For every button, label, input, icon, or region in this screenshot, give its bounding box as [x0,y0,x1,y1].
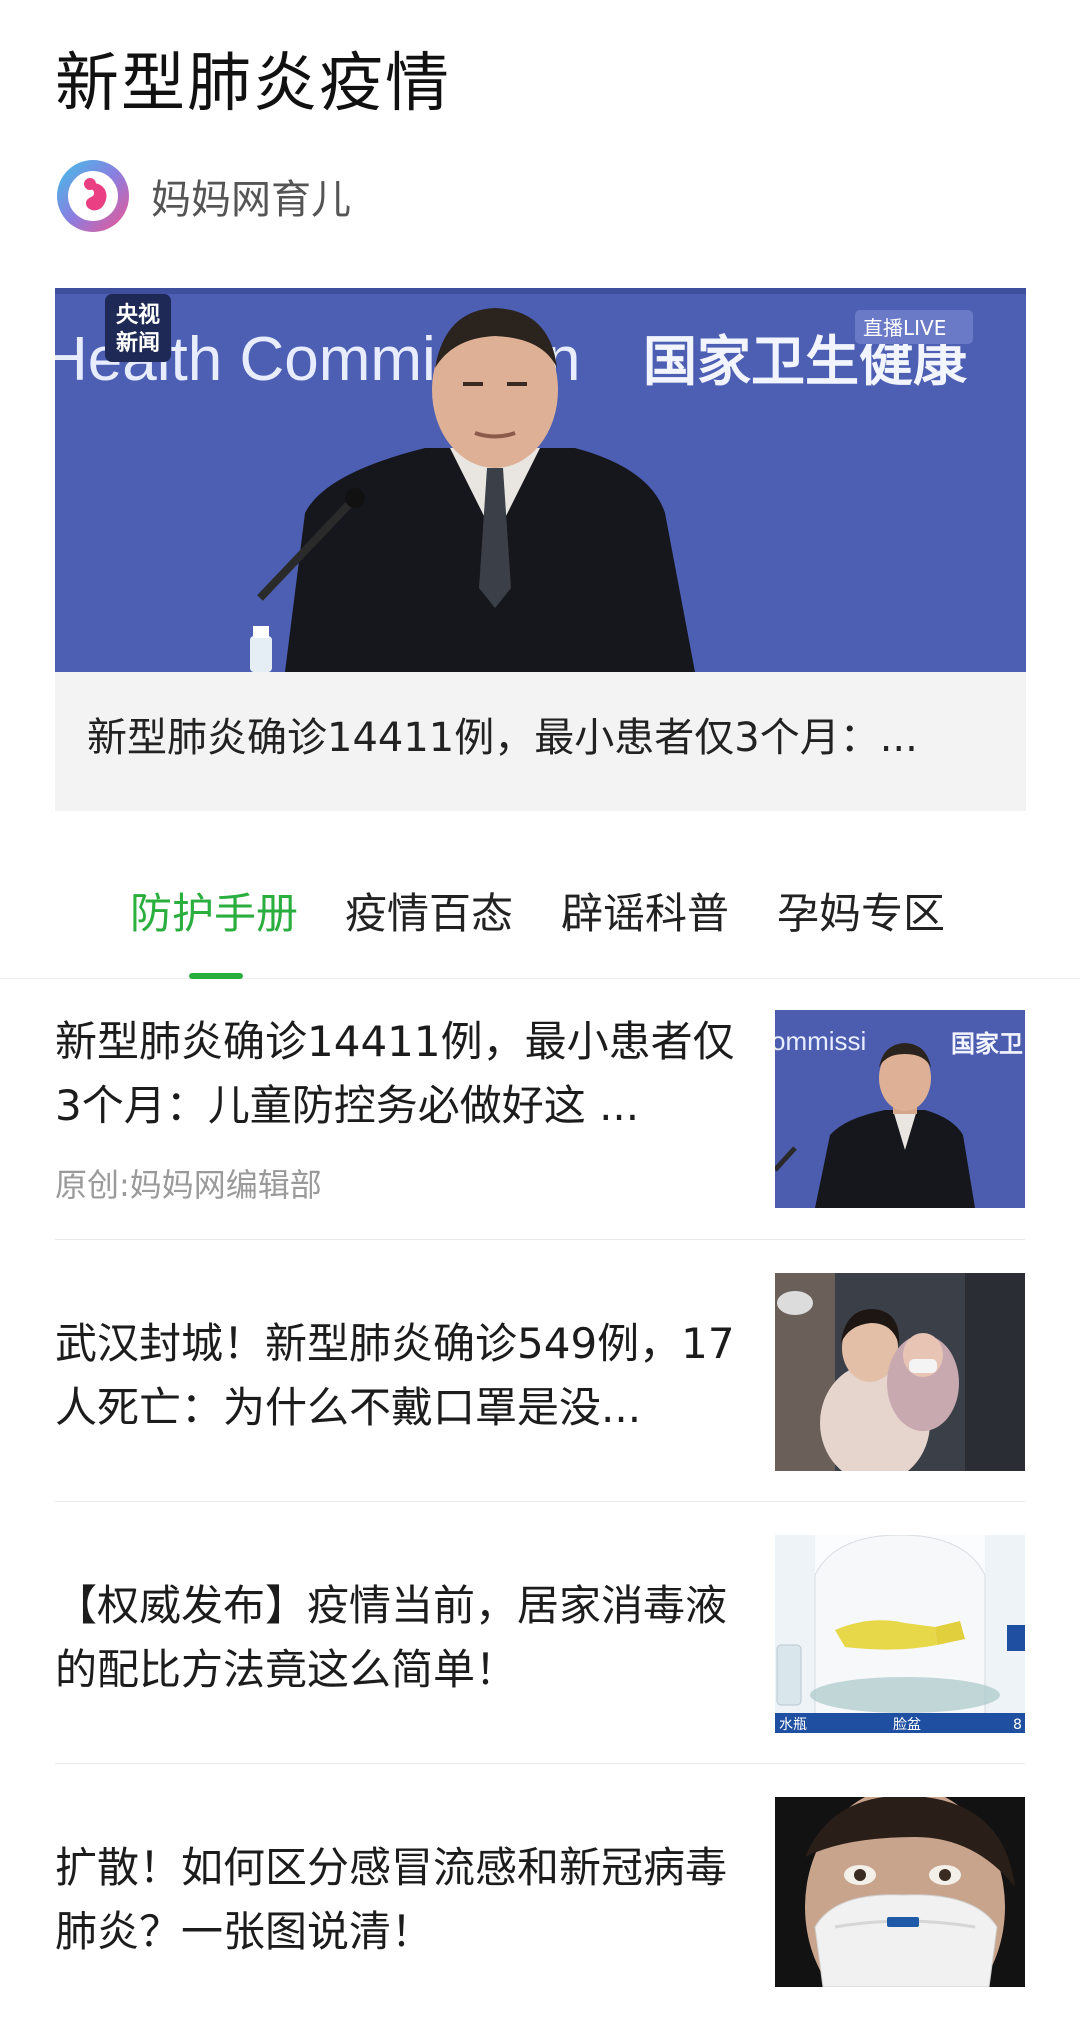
page-title: 新型肺炎疫情 [55,47,451,121]
cctv-badge-line2: 新闻 [116,330,160,356]
hero-caption: 新型肺炎确诊14411例，最小患者仅3个月：... [87,715,918,761]
article-item[interactable]: 【权威发布】疫情当前，居家消毒液的配比方法竟这么简单！ 水瓶 脸盆 8 [0,1502,1080,1764]
article-source: 原创:妈妈网编辑部 [55,1166,322,1204]
thumb-label: 水瓶 [779,1717,807,1733]
article-item[interactable]: 武汉封城！新型肺炎确诊549例，17人死亡：为什么不戴口罩是没... [0,1240,1080,1502]
article-title: 新型肺炎确诊14411例，最小患者仅3个月：儿童防控务必做好这 ... [55,1017,735,1130]
baby-logo-icon [57,160,129,232]
article-thumbnail [775,1273,1025,1471]
article-thumbnail [775,1797,1025,1987]
cctv-badge-line1: 央视 [116,302,160,328]
tab-epidemic-stories[interactable]: 疫情百态 [345,880,513,941]
article-thumbnail: 水瓶 脸盆 8 [775,1535,1025,1733]
thumb-text-en: ommissi [775,1026,866,1056]
thumb-text-cn: 国家卫 [951,1030,1023,1058]
tab-pregnancy-zone[interactable]: 孕妈专区 [777,880,945,941]
article-title: 【权威发布】疫情当前，居家消毒液的配比方法竟这么简单！ [55,1581,728,1694]
tab-rumor-science[interactable]: 辟谣科普 [561,880,729,941]
hero-image: Health Commission 国家卫生健康 直播LIVE 央视 新闻 [55,288,1026,672]
featured-article[interactable]: Health Commission 国家卫生健康 直播LIVE 央视 新闻 新型… [55,288,1026,811]
article-item[interactable]: 新型肺炎确诊14411例，最小患者仅3个月：儿童防控务必做好这 ... 原创:妈… [0,978,1080,1240]
tab-protection-handbook[interactable]: 防护手册 [130,880,298,941]
article-title: 扩散！如何区分感冒流感和新冠病毒肺炎？一张图说清！ [55,1843,728,1956]
publisher-account[interactable]: 妈妈网育儿 [55,158,351,234]
thumb-label: 脸盆 [893,1717,921,1733]
category-tabs: 防护手册 疫情百态 辟谣科普 孕妈专区 [0,860,1080,979]
live-badge: 直播LIVE [863,316,946,340]
article-thumbnail: ommissi 国家卫 [775,1010,1025,1208]
thumb-label: 8 [1013,1717,1022,1733]
article-title: 武汉封城！新型肺炎确诊549例，17人死亡：为什么不戴口罩是没... [55,1319,735,1432]
publisher-name: 妈妈网育儿 [151,177,351,223]
